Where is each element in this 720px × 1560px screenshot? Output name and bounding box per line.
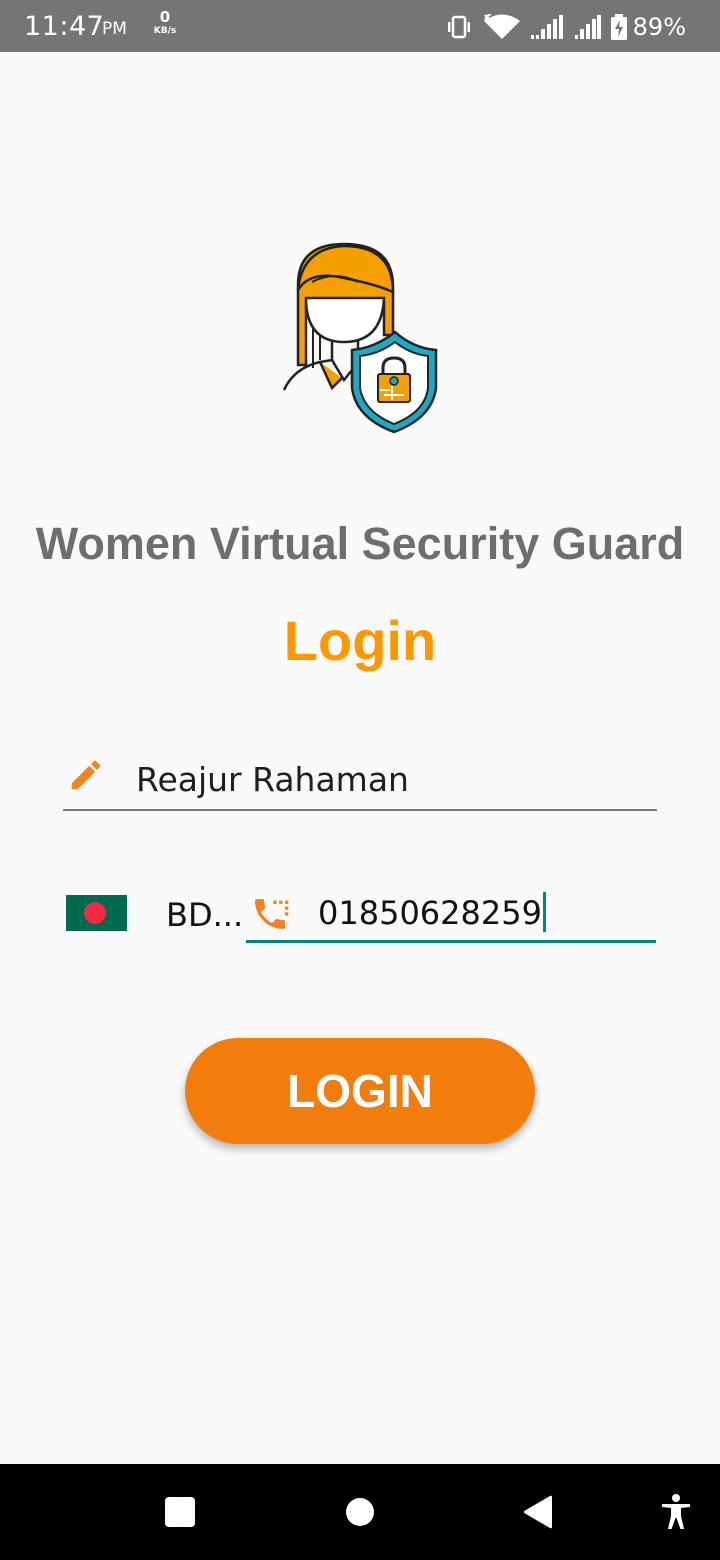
network-speed-value: 0: [159, 8, 171, 26]
signal-icon: [574, 15, 601, 39]
app-title: Women Virtual Security Guard: [35, 518, 685, 569]
status-time: 11:47: [24, 11, 105, 42]
network-speed-unit: KB/s: [153, 26, 177, 36]
battery-percent: 89%: [632, 13, 686, 41]
battery-charging-icon: [610, 14, 627, 40]
bangladesh-flag-icon: [66, 895, 127, 931]
name-field[interactable]: Reajur Rahaman: [63, 748, 657, 811]
recents-icon: [165, 1497, 195, 1527]
text-cursor: [542, 892, 546, 932]
signal-icon: [530, 15, 563, 39]
home-button[interactable]: [336, 1488, 384, 1536]
phone-input-value: 01850628259: [318, 892, 546, 932]
navigation-bar: [0, 1464, 720, 1560]
wifi-icon: [483, 14, 520, 39]
login-heading: Login: [283, 609, 437, 672]
network-speed: 0 KB/s: [150, 10, 180, 36]
recents-button[interactable]: [156, 1488, 204, 1536]
back-icon: [524, 1495, 552, 1529]
country-code-picker[interactable]: BD...: [66, 892, 246, 938]
name-input-value: Reajur Rahaman: [136, 760, 409, 799]
pencil-icon: [71, 760, 101, 790]
status-bar: 11:47 PM 0 KB/s 89%: [0, 0, 720, 52]
phone-number-text: 01850628259: [318, 894, 542, 932]
login-button[interactable]: LOGIN: [185, 1038, 535, 1144]
phone-field[interactable]: 01850628259: [246, 884, 656, 943]
login-screen: 11:47 PM 0 KB/s 89% Women Virtual Securi…: [0, 0, 720, 1560]
accessibility-button[interactable]: [652, 1488, 700, 1536]
country-code: BD...: [166, 896, 244, 934]
accessibility-icon: [662, 1494, 690, 1529]
status-ampm: PM: [102, 19, 127, 39]
status-icons: 89%: [445, 12, 686, 42]
back-button[interactable]: [514, 1488, 562, 1536]
app-logo: [282, 242, 438, 434]
vibrate-icon: [447, 15, 470, 39]
home-icon: [346, 1498, 374, 1526]
phone-icon: [255, 899, 289, 929]
